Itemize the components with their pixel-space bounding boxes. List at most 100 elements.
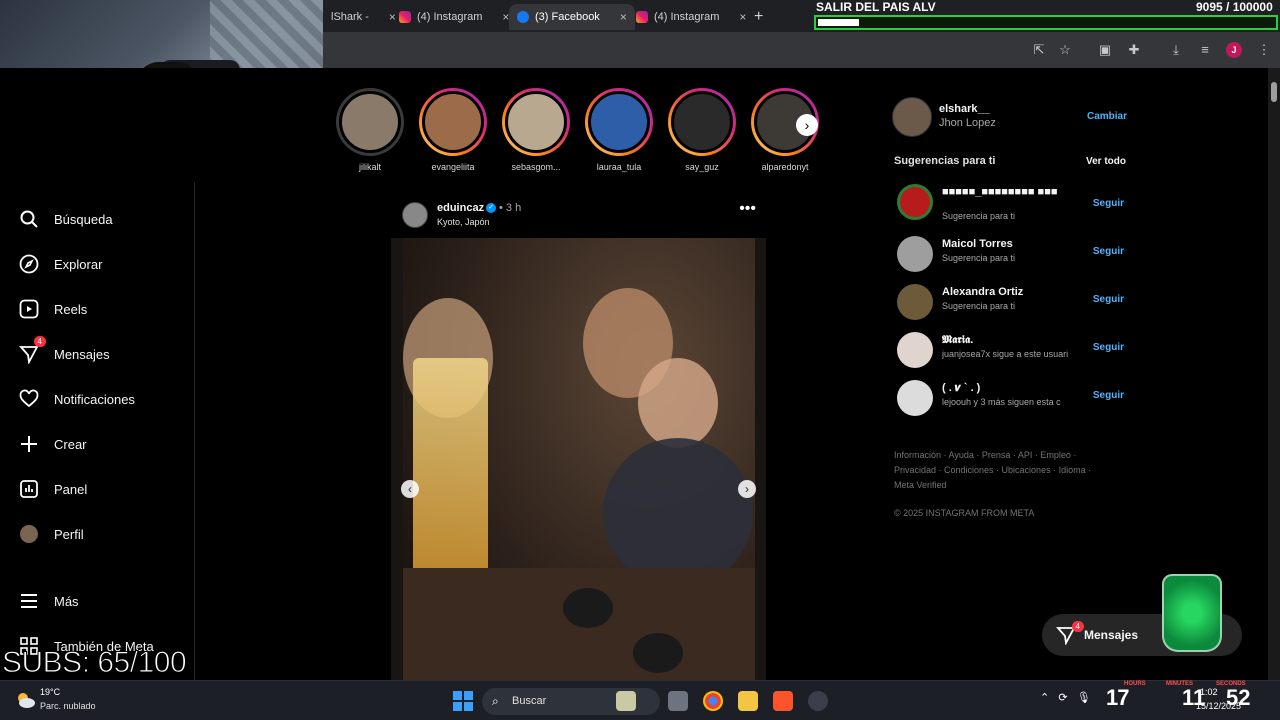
story-item[interactable]: lauraa_tula	[583, 88, 655, 172]
story-username: alparedonyt	[761, 162, 809, 172]
tab-instagram-2[interactable]: (4) Instagram ×	[628, 4, 754, 30]
post-location[interactable]: Kyoto, Japón	[437, 217, 490, 227]
new-tab-button[interactable]: +	[746, 4, 771, 30]
heart-icon	[18, 388, 40, 410]
windows-start-button[interactable]	[453, 691, 473, 711]
weather-icon[interactable]	[14, 689, 36, 711]
post-prev-button[interactable]: ‹	[401, 480, 419, 498]
follow-button[interactable]: Seguir	[1093, 246, 1124, 257]
nav-label: Reels	[54, 301, 88, 317]
footer-links[interactable]: Información · Ayuda · Prensa · API · Emp…	[894, 448, 1104, 493]
messages-badge: 4	[33, 336, 46, 347]
tab-label: (3) Facebook	[535, 11, 600, 23]
story-item[interactable]: jilikalt	[334, 88, 406, 172]
follow-button[interactable]: Seguir	[1093, 342, 1124, 353]
stories-next-button[interactable]: ›	[796, 114, 818, 136]
suggestion-avatar[interactable]	[897, 284, 933, 320]
post-header: eduincaz ✓ • 3 h Kyoto, Japón •••	[402, 200, 762, 232]
chrome-icon[interactable]	[703, 691, 723, 711]
story-item[interactable]: evangeliita	[417, 88, 489, 172]
tab-instagram[interactable]: (4) Instagram ×	[391, 4, 517, 30]
instagram-icon	[636, 11, 648, 23]
post-avatar[interactable]	[402, 202, 428, 228]
search-icon	[18, 208, 40, 230]
nav-dashboard[interactable]: Panel	[18, 478, 87, 500]
compass-icon	[18, 253, 40, 275]
menu-icon	[18, 590, 40, 612]
goal-count: 9095 / 100000	[1196, 0, 1273, 14]
story-username: lauraa_tula	[596, 162, 642, 172]
nav-profile[interactable]: Perfil	[18, 523, 84, 545]
tab-facebook[interactable]: (3) Facebook ×	[509, 4, 635, 30]
suggestion-item: ( . 𝒗 ` . ) lejoouh y 3 más siguen esta …	[897, 378, 1127, 418]
story-item[interactable]: sebasgom...	[500, 88, 572, 172]
suggestion-avatar[interactable]	[897, 184, 933, 220]
app-icon[interactable]	[808, 691, 828, 711]
search-icon: ⌕	[492, 694, 499, 708]
page-scrollbar[interactable]	[1268, 68, 1280, 680]
brave-icon[interactable]	[773, 691, 793, 711]
nav-more[interactable]: Más	[18, 590, 79, 612]
nav-search[interactable]: Búsqueda	[18, 208, 113, 230]
current-username[interactable]: elshark__	[939, 103, 990, 115]
suggestion-avatar[interactable]	[897, 380, 933, 416]
follow-button[interactable]: Seguir	[1093, 390, 1124, 401]
search-highlight-icon[interactable]	[616, 691, 636, 711]
download-icon[interactable]: ⤓	[1168, 42, 1184, 58]
switch-account-link[interactable]: Cambiar	[1087, 111, 1127, 122]
task-view-icon[interactable]	[668, 691, 688, 711]
system-clock-time[interactable]: 1:02	[1200, 687, 1218, 697]
suggestion-item: Maicol Torres Sugerencia para ti Seguir	[897, 234, 1127, 274]
suggestion-name[interactable]: ■■■■■_■■■■■■■■ ■■■	[942, 185, 1082, 199]
story-username: sebasgom...	[511, 162, 561, 172]
story-username: evangeliita	[431, 162, 475, 172]
suggestion-name[interactable]: 𝕸𝖆𝖗𝖎𝖆.	[942, 333, 1082, 347]
story-ring	[668, 88, 736, 156]
install-icon[interactable]: ⇱	[1031, 42, 1047, 58]
copyright: © 2025 INSTAGRAM FROM META	[894, 508, 1035, 518]
reading-list-icon[interactable]: ≡	[1197, 42, 1213, 58]
tab-close-icon[interactable]: ×	[620, 10, 627, 24]
post-next-button[interactable]: ›	[738, 480, 756, 498]
story-item[interactable]: say_guz	[666, 88, 738, 172]
nav-create[interactable]: Crear	[18, 433, 87, 455]
current-user-avatar[interactable]	[892, 97, 932, 137]
nav-messages[interactable]: 4 Mensajes	[18, 336, 110, 365]
post-username[interactable]: eduincaz	[437, 202, 484, 214]
more-options-icon[interactable]: •••	[739, 200, 756, 218]
nav-label: Perfil	[54, 526, 84, 542]
suggestion-name[interactable]: ( . 𝒗 ` . )	[942, 381, 1082, 395]
post-image[interactable]	[391, 238, 766, 680]
photo-child	[638, 358, 718, 448]
scrollbar-thumb[interactable]	[1271, 82, 1277, 102]
extensions-icon[interactable]: ✚	[1126, 42, 1142, 58]
photo-bowl	[563, 588, 613, 628]
goal-progress-bar	[814, 15, 1278, 30]
follow-button[interactable]: Seguir	[1093, 198, 1124, 209]
suggestion-name[interactable]: Alexandra Ortiz	[942, 285, 1082, 299]
nav-explore[interactable]: Explorar	[18, 253, 102, 275]
story-username: jilikalt	[358, 162, 381, 172]
bookmark-star-icon[interactable]: ☆	[1057, 42, 1073, 58]
file-explorer-icon[interactable]	[738, 691, 758, 711]
media-icon[interactable]: ▣	[1097, 42, 1113, 58]
post-photo	[403, 238, 755, 680]
nav-reels[interactable]: Reels	[18, 298, 87, 320]
see-all-link[interactable]: Ver todo	[1086, 156, 1126, 167]
photo-bowl	[633, 633, 683, 673]
system-tray[interactable]: ⌃ ⟳ 🎙	[1040, 691, 1097, 704]
story-avatar	[505, 91, 567, 153]
follow-button[interactable]: Seguir	[1093, 294, 1124, 305]
system-clock-date[interactable]: 15/12/2025	[1196, 701, 1241, 711]
suggestion-name[interactable]: Maicol Torres	[942, 237, 1082, 251]
nav-label: Notificaciones	[54, 391, 135, 407]
facebook-icon	[517, 11, 529, 23]
suggestion-subtitle: Sugerencia para ti	[942, 301, 1016, 311]
browser-menu-icon[interactable]: ⋮	[1256, 42, 1272, 58]
browser-profile-avatar[interactable]: J	[1226, 42, 1242, 58]
photo-child-jacket	[603, 438, 753, 588]
reels-icon	[18, 298, 40, 320]
suggestion-avatar[interactable]	[897, 236, 933, 272]
nav-notifications[interactable]: Notificaciones	[18, 388, 135, 410]
suggestion-avatar[interactable]	[897, 332, 933, 368]
